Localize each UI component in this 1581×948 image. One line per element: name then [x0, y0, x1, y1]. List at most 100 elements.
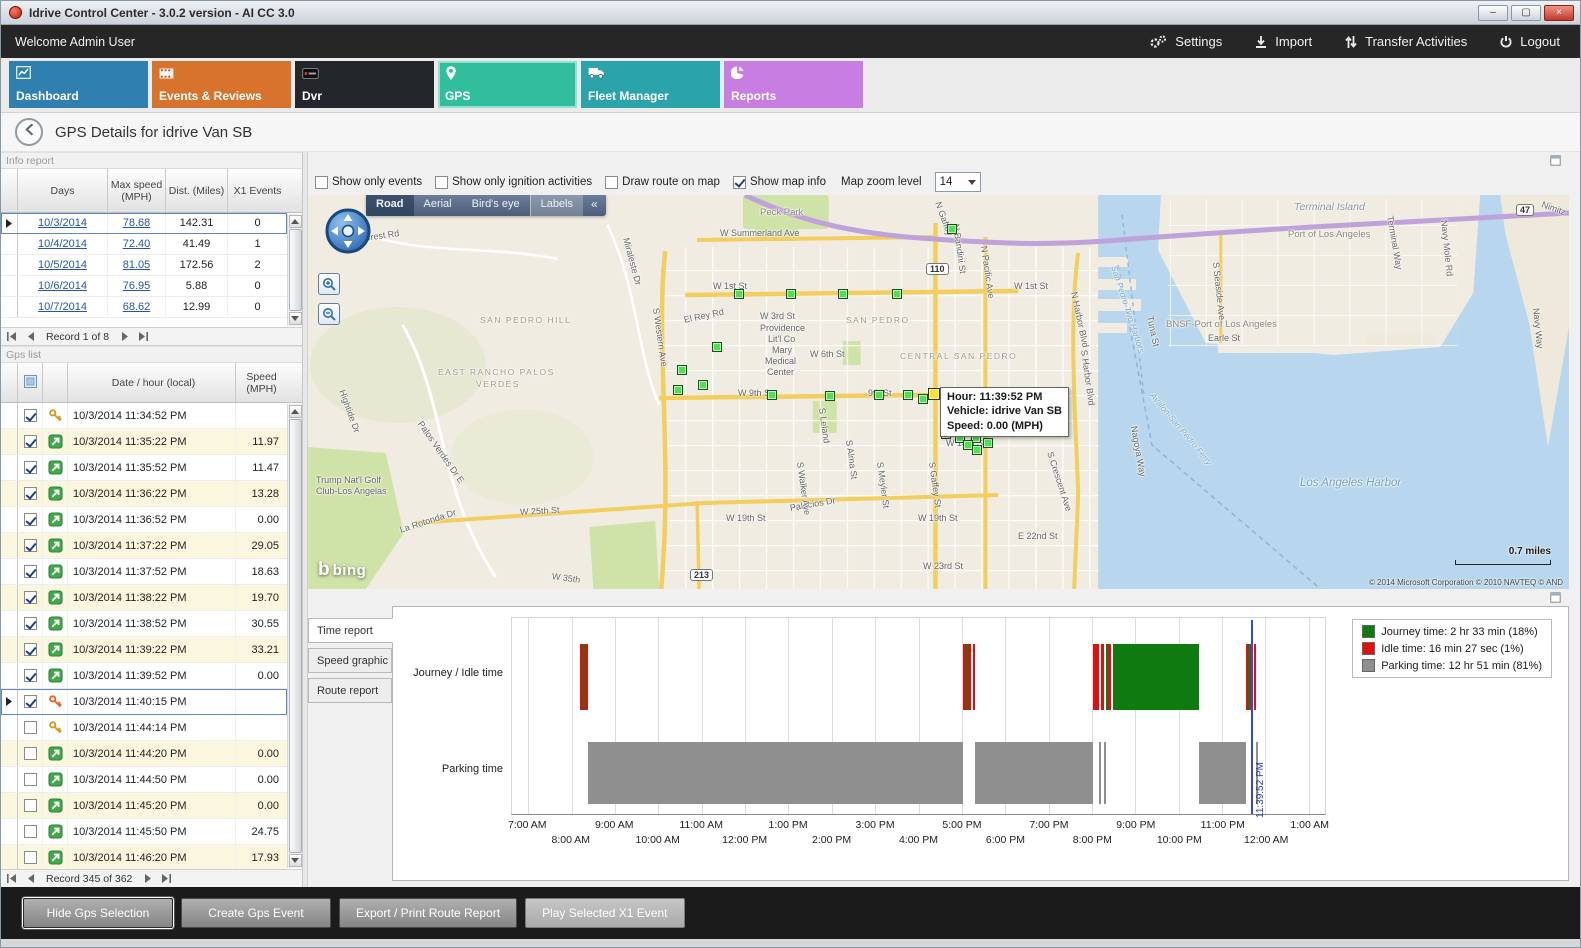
pager-prev-icon[interactable] — [22, 330, 38, 344]
toolbar-button[interactable]: Play Selected X1 Event — [525, 898, 684, 928]
row-checkbox[interactable] — [24, 695, 37, 708]
gps-row[interactable]: 10/3/2014 11:36:52 PM 0.00 — [1, 507, 287, 533]
gps-point-marker[interactable] — [825, 391, 835, 401]
gps-row[interactable]: 10/3/2014 11:45:50 PM 24.75 — [1, 819, 287, 845]
report-tab[interactable]: Route report — [308, 678, 392, 703]
map-nav-aerial[interactable]: Aerial — [414, 195, 462, 216]
day-link[interactable]: 10/5/2014 — [18, 255, 108, 275]
gps-point-marker[interactable] — [903, 390, 913, 400]
row-checkbox[interactable] — [24, 591, 37, 604]
report-tab[interactable]: Speed graphic — [308, 648, 392, 673]
column-header-x1-events[interactable]: X1 Events — [228, 169, 287, 212]
scrollbar-thumb[interactable] — [289, 229, 302, 311]
module-tab[interactable]: Fleet Manager — [581, 61, 720, 108]
row-checkbox[interactable] — [24, 747, 37, 760]
back-button[interactable] — [15, 118, 43, 146]
scroll-down-icon[interactable] — [289, 854, 302, 867]
gps-point-marker[interactable] — [918, 394, 928, 404]
close-button[interactable]: × — [1544, 5, 1574, 21]
module-tab[interactable]: GPS — [438, 61, 577, 108]
day-link[interactable]: 10/4/2014 — [18, 234, 108, 254]
report-tab[interactable]: Time report — [308, 618, 393, 643]
row-checkbox[interactable] — [24, 851, 37, 864]
gps-row[interactable]: 10/3/2014 11:37:22 PM 29.05 — [1, 533, 287, 559]
map-option-checkbox[interactable]: Show map info — [733, 176, 826, 189]
info-report-row[interactable]: 10/3/2014 78.68 142.31 0 — [1, 213, 287, 234]
map-nav-collapse-button[interactable]: « — [583, 195, 606, 216]
max-speed-link[interactable]: 72.40 — [108, 234, 166, 254]
scroll-up-icon[interactable] — [289, 405, 302, 418]
info-report-row[interactable]: 10/5/2014 81.05 172.56 2 — [1, 255, 287, 276]
menubar-action[interactable]: Import — [1254, 34, 1312, 49]
pager-next-icon[interactable] — [140, 872, 156, 886]
toolbar-button[interactable]: Export / Print Route Report — [339, 898, 517, 928]
toolbar-button[interactable]: Hide Gps Selection — [23, 898, 173, 928]
row-checkbox[interactable] — [24, 825, 37, 838]
row-checkbox[interactable] — [24, 565, 37, 578]
pager-last-icon[interactable] — [158, 872, 174, 886]
pager-last-icon[interactable] — [135, 330, 151, 344]
gps-point-marker[interactable] — [767, 390, 777, 400]
gps-point-marker[interactable] — [712, 342, 722, 352]
scrollbar-thumb[interactable] — [289, 419, 302, 853]
column-header-distance[interactable]: Dist. (Miles) — [166, 169, 228, 212]
row-checkbox[interactable] — [24, 409, 37, 422]
pager-first-icon[interactable] — [4, 330, 20, 344]
module-tab[interactable]: Events & Reviews — [152, 61, 291, 108]
day-link[interactable]: 10/6/2014 — [18, 276, 108, 296]
collapse-chart-panel-button[interactable] — [1550, 592, 1561, 603]
map-option-checkbox[interactable]: Draw route on map — [605, 176, 720, 189]
gps-point-marker[interactable] — [786, 289, 796, 299]
info-report-row[interactable]: 10/6/2014 76.95 5.88 0 — [1, 276, 287, 297]
module-tab[interactable]: Dvr — [295, 61, 434, 108]
gps-point-marker[interactable] — [963, 440, 973, 450]
gps-row[interactable]: 10/3/2014 11:45:20 PM 0.00 — [1, 793, 287, 819]
max-speed-link[interactable]: 78.68 — [108, 213, 166, 233]
row-checkbox[interactable] — [24, 617, 37, 630]
gps-grid-scrollbar[interactable] — [287, 404, 302, 868]
row-checkbox[interactable] — [24, 799, 37, 812]
gps-row[interactable]: 10/3/2014 11:46:20 PM 17.93 — [1, 845, 287, 869]
row-checkbox[interactable] — [24, 435, 37, 448]
map-zoom-in-button[interactable] — [318, 273, 340, 295]
scroll-up-icon[interactable] — [289, 215, 302, 228]
row-checkbox[interactable] — [24, 513, 37, 526]
minimize-button[interactable]: – — [1478, 5, 1508, 21]
column-header-days[interactable]: Days — [18, 169, 108, 212]
gps-point-marker[interactable] — [874, 390, 884, 400]
gps-point-marker[interactable] — [734, 289, 744, 299]
column-header-speed[interactable]: Speed (MPH) — [236, 363, 287, 402]
gps-point-marker[interactable] — [677, 365, 687, 375]
select-all-icon[interactable] — [24, 375, 37, 391]
column-header-max-speed[interactable]: Max speed (MPH) — [108, 169, 166, 212]
info-grid-scrollbar[interactable] — [287, 214, 302, 326]
gps-point-marker[interactable] — [983, 438, 993, 448]
gps-row[interactable]: 10/3/2014 11:39:52 PM 0.00 — [1, 663, 287, 689]
row-checkbox[interactable] — [24, 461, 37, 474]
gps-point-marker[interactable] — [838, 289, 848, 299]
row-checkbox[interactable] — [24, 669, 37, 682]
map-zoom-out-button[interactable] — [318, 303, 340, 325]
gps-row[interactable]: 10/3/2014 11:40:15 PM — [1, 689, 287, 715]
column-header-datetime[interactable]: Date / hour (local) — [68, 363, 236, 402]
gps-point-marker[interactable] — [972, 445, 982, 455]
info-report-row[interactable]: 10/4/2014 72.40 41.49 1 — [1, 234, 287, 255]
module-tab[interactable]: Dashboard — [9, 61, 148, 108]
collapse-map-panel-button[interactable] — [1550, 155, 1561, 166]
gps-row[interactable]: 10/3/2014 11:34:52 PM — [1, 403, 287, 429]
row-checkbox[interactable] — [24, 643, 37, 656]
max-speed-link[interactable]: 76.95 — [108, 276, 166, 296]
scroll-down-icon[interactable] — [289, 312, 302, 325]
gps-row[interactable]: 10/3/2014 11:37:52 PM 18.63 — [1, 559, 287, 585]
gps-point-marker[interactable] — [947, 224, 957, 234]
pager-prev-icon[interactable] — [22, 872, 38, 886]
gps-row[interactable]: 10/3/2014 11:44:20 PM 0.00 — [1, 741, 287, 767]
row-checkbox[interactable] — [24, 721, 37, 734]
menubar-action[interactable]: Transfer Activities — [1344, 34, 1467, 49]
pager-first-icon[interactable] — [4, 872, 20, 886]
map-option-checkbox[interactable]: Show only events — [315, 176, 422, 189]
gps-row[interactable]: 10/3/2014 11:38:22 PM 19.70 — [1, 585, 287, 611]
row-checkbox[interactable] — [24, 487, 37, 500]
day-link[interactable]: 10/7/2014 — [18, 297, 108, 317]
gps-row[interactable]: 10/3/2014 11:38:52 PM 30.55 — [1, 611, 287, 637]
